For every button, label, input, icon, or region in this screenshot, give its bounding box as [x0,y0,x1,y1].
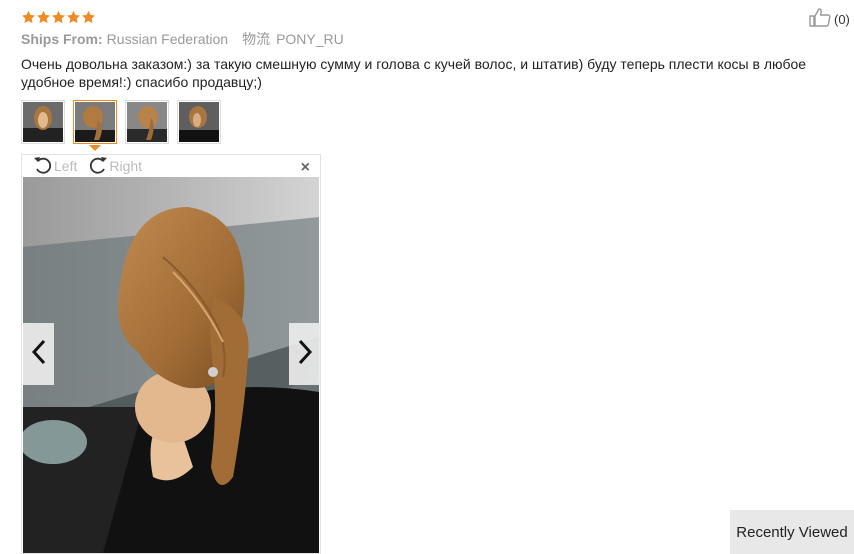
previous-image-button[interactable] [23,323,54,385]
star-icon [51,10,66,25]
thumbnail-3[interactable] [125,100,169,144]
rotate-left-button[interactable]: Left [32,155,77,178]
helpful-count: (0) [834,11,850,27]
thumbs-up-icon [808,6,832,33]
star-icon [81,10,96,25]
thumbnail-4[interactable] [177,100,221,144]
rotate-toolbar: Left Right [32,156,152,176]
close-icon[interactable]: × [301,159,310,177]
chevron-left-icon [31,339,47,370]
rotate-left-icon [32,155,54,178]
ships-from-label: Ships From: [21,31,103,47]
rotate-right-icon [87,155,109,178]
rating-stars [21,8,96,26]
recently-viewed-button[interactable]: Recently Viewed [730,510,854,554]
thumbnail-1[interactable] [21,100,65,144]
star-icon [36,10,51,25]
ships-from-country: Russian Federation [106,31,229,47]
star-icon [66,10,81,25]
thumbnail-2[interactable] [73,100,117,151]
rotate-right-label: Right [109,158,143,174]
rotate-left-label: Left [54,158,78,174]
helpful-button[interactable]: (0) [808,6,854,33]
thumbnail-strip [21,100,229,151]
image-viewer: Left Right × [21,154,321,554]
review-text: Очень довольна заказом:) за такую смешну… [21,56,807,90]
shipping-info: Ships From: Russian Federation 物流 PONY_RU [21,30,344,48]
carrier-name: PONY_RU [276,31,344,47]
logistics-label: 物流 [242,31,271,47]
chevron-right-icon [297,339,313,370]
star-icon [21,10,36,25]
review-photo [23,177,319,553]
next-image-button[interactable] [289,323,320,385]
rotate-right-button[interactable]: Right [87,155,142,178]
